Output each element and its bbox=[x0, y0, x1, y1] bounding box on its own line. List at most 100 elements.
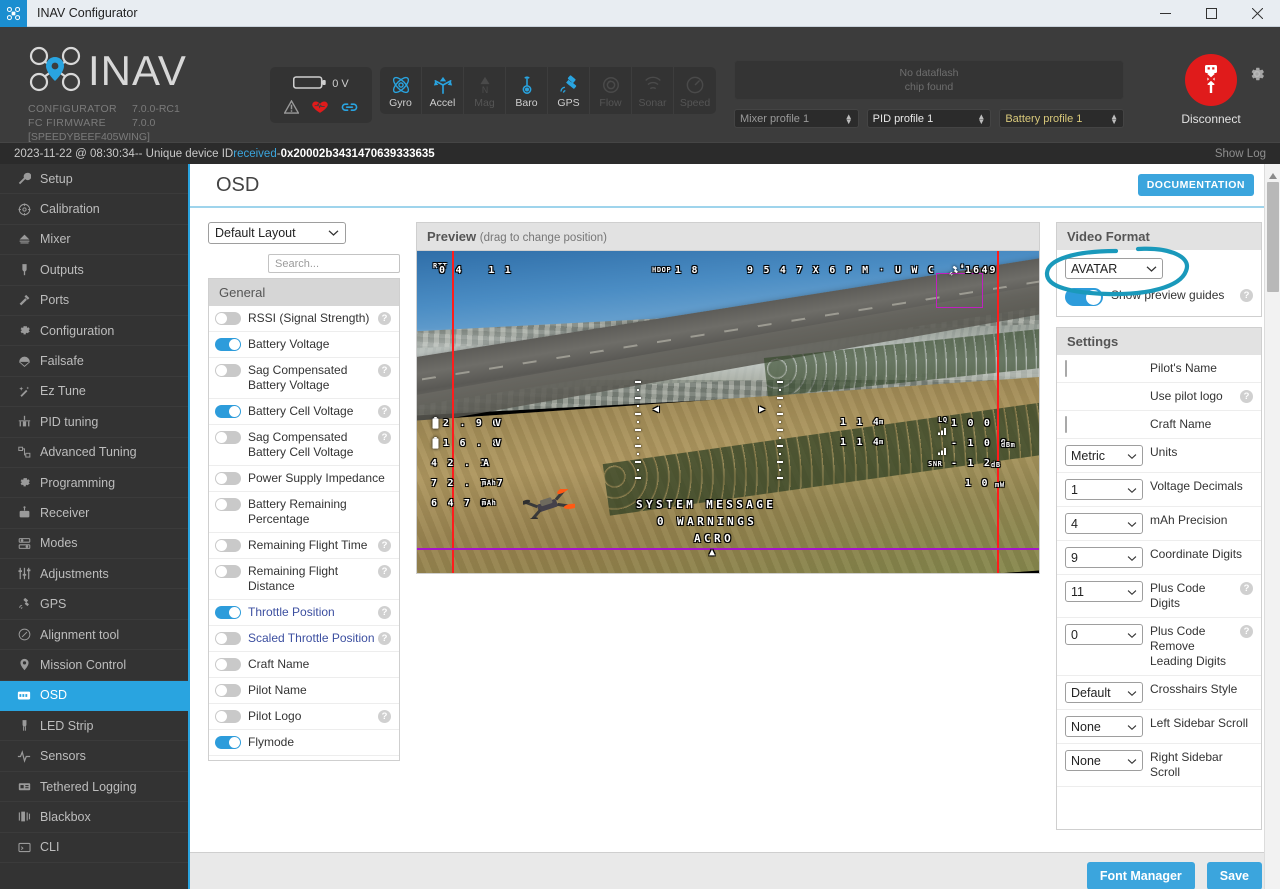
list-item[interactable]: Craft Name bbox=[209, 652, 399, 678]
list-item[interactable]: System Messages ? bbox=[209, 756, 399, 760]
disconnect-block[interactable]: Disconnect bbox=[1166, 54, 1256, 126]
right-sidebar-scroll-select[interactable]: None bbox=[1065, 750, 1143, 771]
list-item[interactable]: Remaining Flight Distance ? bbox=[209, 559, 399, 600]
left-sidebar-scroll-select[interactable]: None bbox=[1065, 716, 1143, 737]
toggle-sag-compensated-battery-cell-voltage[interactable] bbox=[215, 431, 241, 444]
setting-row-plus-code-digits[interactable]: 11 Plus Code Digits ? bbox=[1057, 575, 1261, 618]
sidebar-item-calibration[interactable]: Calibration bbox=[0, 194, 188, 225]
toggle-rssi[interactable] bbox=[215, 312, 241, 325]
toggle-pilot-name[interactable] bbox=[215, 684, 241, 697]
search-input[interactable]: Search... bbox=[268, 254, 400, 273]
font-manager-button[interactable]: Font Manager bbox=[1086, 862, 1195, 889]
help-icon[interactable]: ? bbox=[378, 312, 391, 325]
sidebar-item-adjustments[interactable]: Adjustments bbox=[0, 559, 188, 590]
list-item[interactable]: Throttle Position ? bbox=[209, 600, 399, 626]
list-item[interactable]: Remaining Flight Time ? bbox=[209, 533, 399, 559]
mah-precision-select[interactable]: 4 bbox=[1065, 513, 1143, 534]
setting-row-right-sidebar-scroll[interactable]: None Right Sidebar Scroll bbox=[1057, 744, 1261, 787]
setting-row-mah-precision[interactable]: 4 mAh Precision bbox=[1057, 507, 1261, 541]
help-icon[interactable]: ? bbox=[378, 606, 391, 619]
help-icon[interactable]: ? bbox=[378, 565, 391, 578]
help-icon[interactable]: ? bbox=[378, 710, 391, 723]
video-format-select[interactable]: AVATAR bbox=[1065, 258, 1163, 279]
sidebar-item-gps[interactable]: GPS bbox=[0, 589, 188, 620]
osd-preview-canvas[interactable]: RTT 0 4 1 1 HDOP 1 8 9 5 4 7 X 6 P M · U… bbox=[417, 251, 1039, 573]
list-item[interactable]: Scaled Throttle Position ? bbox=[209, 626, 399, 652]
close-button[interactable] bbox=[1234, 0, 1280, 27]
help-icon[interactable]: ? bbox=[1240, 289, 1253, 302]
pid-profile-select[interactable]: PID profile 1 ▲ ▼ bbox=[866, 109, 992, 128]
show-log-button[interactable]: Show Log bbox=[1215, 148, 1266, 160]
toggle-show-preview-guides[interactable] bbox=[1065, 288, 1103, 306]
toggle-battery-voltage[interactable] bbox=[215, 338, 241, 351]
sidebar-item-osd[interactable]: OSD bbox=[0, 680, 188, 712]
help-icon[interactable]: ? bbox=[378, 364, 391, 377]
list-item[interactable]: Sag Compensated Battery Voltage ? bbox=[209, 358, 399, 399]
pilots-name-input[interactable] bbox=[1065, 360, 1067, 377]
help-icon[interactable]: ? bbox=[378, 632, 391, 645]
units-select[interactable]: Metric bbox=[1065, 445, 1143, 466]
sidebar-item-sensors[interactable]: Sensors bbox=[0, 741, 188, 772]
sidebar-item-led-strip[interactable]: LED Strip bbox=[0, 711, 188, 742]
sidebar-item-pid-tuning[interactable]: PID tuning bbox=[0, 407, 188, 438]
sidebar-item-ports[interactable]: Ports bbox=[0, 286, 188, 316]
setting-row-voltage-decimals[interactable]: 1 Voltage Decimals bbox=[1057, 473, 1261, 507]
sidebar-item-mission-control[interactable]: Mission Control bbox=[0, 650, 188, 681]
toggle-pilot-logo[interactable] bbox=[215, 710, 241, 723]
list-item[interactable]: Pilot Name bbox=[209, 678, 399, 704]
sidebar-item-modes[interactable]: Modes bbox=[0, 529, 188, 560]
maximize-button[interactable] bbox=[1188, 0, 1234, 27]
layout-select[interactable]: Default Layout bbox=[208, 222, 346, 244]
toggle-power-supply-impedance[interactable] bbox=[215, 472, 241, 485]
sidebar-item-receiver[interactable]: Receiver bbox=[0, 498, 188, 529]
settings-list[interactable]: Pilot's Name Use pilot logo ? Craft Name bbox=[1056, 355, 1262, 830]
sidebar-item-tethered-logging[interactable]: Tethered Logging bbox=[0, 772, 188, 803]
page-scrollbar[interactable] bbox=[1264, 164, 1280, 889]
help-icon[interactable]: ? bbox=[378, 405, 391, 418]
minimize-button[interactable] bbox=[1142, 0, 1188, 27]
disconnect-button[interactable] bbox=[1185, 54, 1237, 106]
setting-row-plus-code-remove-leading-digits[interactable]: 0 Plus Code Remove Leading Digits ? bbox=[1057, 618, 1261, 676]
voltage-decimals-select[interactable]: 1 bbox=[1065, 479, 1143, 500]
toggle-craft-name[interactable] bbox=[215, 658, 241, 671]
plus-code-remove-leading-digits-select[interactable]: 0 bbox=[1065, 624, 1143, 645]
scroll-up-icon[interactable] bbox=[1269, 167, 1277, 182]
sidebar-item-setup[interactable]: Setup bbox=[0, 164, 188, 195]
setting-row-coordinate-digits[interactable]: 9 Coordinate Digits bbox=[1057, 541, 1261, 575]
setting-row-units[interactable]: Metric Units bbox=[1057, 439, 1261, 473]
toggle-battery-remaining-percentage[interactable] bbox=[215, 498, 241, 511]
help-icon[interactable]: ? bbox=[1240, 625, 1253, 638]
plus-code-digits-select[interactable]: 11 bbox=[1065, 581, 1143, 602]
sidebar-item-outputs[interactable]: Outputs bbox=[0, 255, 188, 286]
list-item[interactable]: Pilot Logo ? bbox=[209, 704, 399, 730]
list-item[interactable]: Sag Compensated Battery Cell Voltage ? bbox=[209, 425, 399, 466]
help-icon[interactable]: ? bbox=[1240, 390, 1253, 403]
elements-list[interactable]: RSSI (Signal Strength) ? Battery Voltage… bbox=[208, 306, 400, 761]
sidebar-item-ez-tune[interactable]: Ez Tune bbox=[0, 377, 188, 408]
save-button[interactable]: Save bbox=[1206, 862, 1262, 889]
list-item[interactable]: RSSI (Signal Strength) ? bbox=[209, 306, 399, 332]
help-icon[interactable]: ? bbox=[1240, 582, 1253, 595]
sidebar-item-programming[interactable]: Programming bbox=[0, 468, 188, 499]
coordinate-digits-select[interactable]: 9 bbox=[1065, 547, 1143, 568]
list-item[interactable]: Flymode bbox=[209, 730, 399, 756]
page-scrollbar-thumb[interactable] bbox=[1267, 182, 1279, 292]
craft-name-input[interactable] bbox=[1065, 416, 1067, 433]
toggle-flymode[interactable] bbox=[215, 736, 241, 749]
toggle-remaining-flight-time[interactable] bbox=[215, 539, 241, 552]
list-item[interactable]: Battery Voltage bbox=[209, 332, 399, 358]
toggle-throttle-position[interactable] bbox=[215, 606, 241, 619]
setting-row-use-pilot-logo[interactable]: Use pilot logo ? bbox=[1057, 383, 1261, 411]
sidebar-item-mixer[interactable]: Mixer bbox=[0, 225, 188, 256]
toggle-battery-cell-voltage[interactable] bbox=[215, 405, 241, 418]
crosshairs-style-select[interactable]: Default bbox=[1065, 682, 1143, 703]
sidebar-item-cli[interactable]: CLI bbox=[0, 833, 188, 863]
sidebar-item-alignment-tool[interactable]: Alignment tool bbox=[0, 620, 188, 651]
toggle-scaled-throttle-position[interactable] bbox=[215, 632, 241, 645]
list-item[interactable]: Power Supply Impedance bbox=[209, 466, 399, 492]
toggle-sag-compensated-battery-voltage[interactable] bbox=[215, 364, 241, 377]
setting-row-pilots-name[interactable]: Pilot's Name bbox=[1057, 355, 1261, 383]
toggle-remaining-flight-distance[interactable] bbox=[215, 565, 241, 578]
sidebar-item-failsafe[interactable]: Failsafe bbox=[0, 346, 188, 377]
help-icon[interactable]: ? bbox=[378, 431, 391, 444]
